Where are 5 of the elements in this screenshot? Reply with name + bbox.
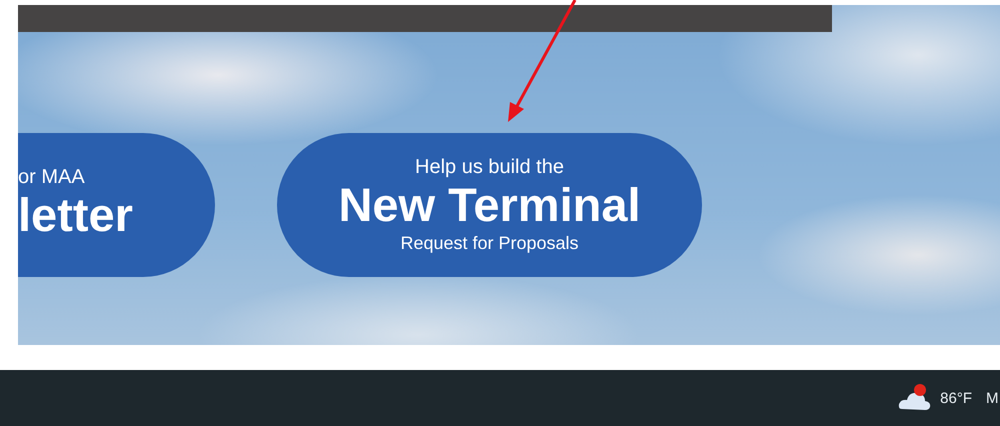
banner-button[interactable]: or MAA letter [18, 133, 215, 277]
banner-button[interactable]: Help us build the New Terminal Request for Proposals [277, 133, 702, 277]
weather-widget[interactable]: 86°F [894, 379, 976, 417]
clock-text: M [986, 390, 1000, 406]
temperature: 86°F [940, 390, 972, 406]
